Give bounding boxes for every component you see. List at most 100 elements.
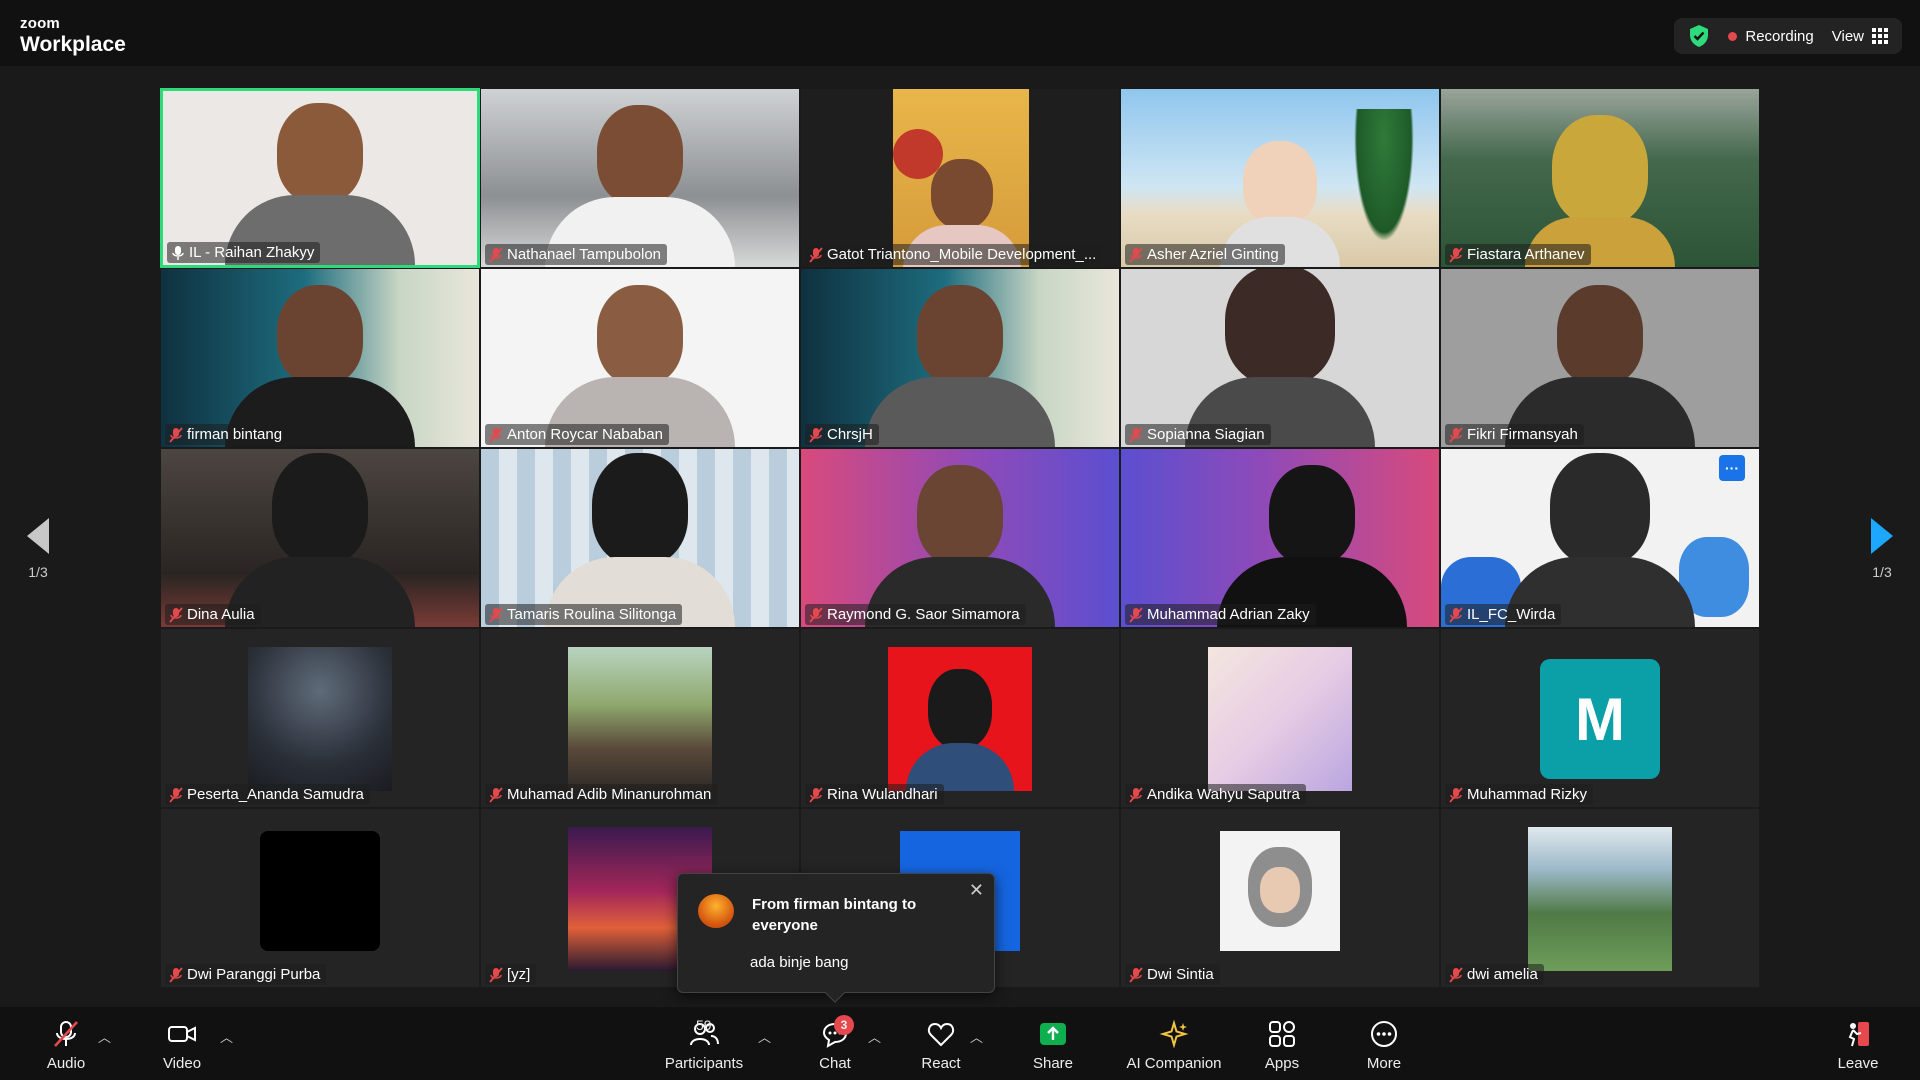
speaking-mic-icon (172, 245, 184, 260)
chat-button[interactable]: 3 Chat (810, 1015, 860, 1072)
mic-muted-icon (1449, 606, 1463, 623)
participant-nameplate: IL - Raihan Zhakyy (167, 242, 321, 263)
participant-tile[interactable]: Raymond G. Saor Simamora (800, 448, 1120, 628)
participant-video (865, 465, 1055, 627)
more-icon (1371, 1021, 1397, 1047)
next-page-button[interactable]: 1/3 (1852, 480, 1912, 580)
participant-nameplate: ChrsjH (805, 424, 879, 445)
arrow-right-icon (1871, 518, 1893, 554)
participant-tile[interactable]: Rina Wulandhari (800, 628, 1120, 808)
more-button[interactable]: More (1360, 1019, 1408, 1072)
chat-unread-badge: 3 (834, 1015, 854, 1035)
participant-name: Peserta_Ananda Samudra (187, 786, 364, 803)
mic-muted-icon (1449, 786, 1463, 803)
participant-video (1505, 453, 1695, 627)
participants-button[interactable]: 59 Participants (654, 1017, 754, 1072)
react-button[interactable]: React (916, 1019, 966, 1072)
participant-video (545, 453, 735, 627)
participant-nameplate: IL_FC_Wirda (1445, 604, 1562, 625)
participant-nameplate: Dina Aulia (165, 604, 261, 625)
mic-muted-icon (489, 246, 503, 263)
participant-tile[interactable]: ··· IL_FC_Wirda (1440, 448, 1760, 628)
participant-video (225, 103, 415, 265)
mic-muted-icon (169, 606, 183, 623)
participant-video (1505, 285, 1695, 447)
profile-picture (888, 647, 1032, 791)
participant-name: [yz] (507, 966, 531, 983)
close-icon[interactable]: ✕ (969, 880, 984, 901)
mic-muted-icon (809, 786, 823, 803)
participant-tile[interactable]: Sopianna Siagian (1120, 268, 1440, 448)
previous-page-button[interactable]: 1/3 (8, 480, 68, 580)
top-right-controls: Recording View (1674, 18, 1902, 54)
recording-dot-icon (1728, 31, 1738, 41)
participant-tile[interactable]: Muhamad Adib Minanurohman (480, 628, 800, 808)
participant-video (865, 285, 1055, 447)
participant-tile[interactable]: Gatot Triantono_Mobile Development_... (800, 88, 1120, 268)
mic-muted-icon (1129, 606, 1143, 623)
page-indicator-left: 1/3 (28, 564, 48, 580)
share-button[interactable]: Share (1028, 1019, 1078, 1072)
participant-tile[interactable]: ChrsjH (800, 268, 1120, 448)
participant-tile[interactable]: Dina Aulia (160, 448, 480, 628)
apps-button[interactable]: Apps (1258, 1019, 1306, 1072)
brand-large: Workplace (20, 33, 126, 56)
participant-tile[interactable]: Dwi Sintia (1120, 808, 1440, 988)
profile-picture (568, 647, 712, 791)
participant-tile[interactable]: Nathanael Tampubolon (480, 88, 800, 268)
participant-tile[interactable]: Muhammad Adrian Zaky (1120, 448, 1440, 628)
participant-tile[interactable]: dwi amelia (1440, 808, 1760, 988)
camera-icon (168, 1026, 196, 1042)
chat-options-chevron-icon[interactable]: ︿ (868, 1027, 881, 1046)
participants-options-chevron-icon[interactable]: ︿ (758, 1027, 771, 1046)
mic-muted-icon (489, 786, 503, 803)
participant-nameplate: Muhamad Adib Minanurohman (485, 784, 718, 805)
security-shield-icon[interactable] (1688, 24, 1710, 48)
mic-muted-icon (1129, 426, 1143, 443)
participant-name: Fiastara Arthanev (1467, 246, 1585, 263)
chat-notification[interactable]: From firman bintang to everyone ada binj… (677, 873, 995, 1003)
video-options-chevron-icon[interactable]: ︿ (220, 1027, 233, 1046)
participant-tile[interactable]: Asher Azriel Ginting (1120, 88, 1440, 268)
ai-companion-button[interactable]: AI Companion (1122, 1019, 1226, 1072)
participant-tile[interactable]: Tamaris Roulina Silitonga (480, 448, 800, 628)
participant-tile[interactable]: M Muhammad Rizky (1440, 628, 1760, 808)
leave-icon (1848, 1022, 1869, 1047)
tile-options-button[interactable]: ··· (1719, 455, 1745, 481)
participant-tile[interactable]: IL - Raihan Zhakyy (160, 88, 480, 268)
participant-name: Andika Wahyu Saputra (1147, 786, 1300, 803)
react-options-chevron-icon[interactable]: ︿ (970, 1027, 983, 1046)
participant-name: Nathanael Tampubolon (507, 246, 662, 263)
participant-name: IL - Raihan Zhakyy (189, 244, 315, 261)
ai-companion-label: AI Companion (1126, 1055, 1222, 1072)
participant-video (545, 285, 735, 447)
mic-muted-icon (809, 246, 823, 263)
mic-muted-icon (1449, 246, 1463, 263)
chat-sender: From firman bintang to everyone (752, 896, 917, 934)
participant-tile[interactable]: Peserta_Ananda Samudra (160, 628, 480, 808)
participant-tile[interactable]: Anton Roycar Nababan (480, 268, 800, 448)
profile-picture (248, 647, 392, 791)
participant-tile[interactable]: Fiastara Arthanev (1440, 88, 1760, 268)
participant-nameplate: Dwi Paranggi Purba (165, 964, 327, 985)
video-button[interactable]: Video (158, 1019, 206, 1072)
participant-nameplate: Sopianna Siagian (1125, 424, 1271, 445)
mic-muted-icon (489, 966, 503, 983)
audio-options-chevron-icon[interactable]: ︿ (98, 1027, 111, 1046)
recording-indicator[interactable]: Recording (1728, 27, 1814, 45)
view-button[interactable]: View (1832, 28, 1888, 45)
participant-tile[interactable]: Andika Wahyu Saputra (1120, 628, 1440, 808)
recording-label: Recording (1745, 27, 1814, 45)
share-label: Share (1032, 1055, 1074, 1072)
participant-name: Dina Aulia (187, 606, 255, 623)
initial-avatar: M (1540, 659, 1660, 779)
leave-button[interactable]: Leave (1834, 1019, 1882, 1072)
participant-tile[interactable]: Dwi Paranggi Purba (160, 808, 480, 988)
audio-button[interactable]: Audio (42, 1019, 90, 1072)
brand-small: zoom (20, 15, 60, 32)
participant-name: Gatot Triantono_Mobile Development_... (827, 246, 1097, 263)
participant-tile[interactable]: firman bintang (160, 268, 480, 448)
participant-video (225, 285, 415, 447)
participant-video (225, 453, 415, 627)
participant-tile[interactable]: Fikri Firmansyah (1440, 268, 1760, 448)
